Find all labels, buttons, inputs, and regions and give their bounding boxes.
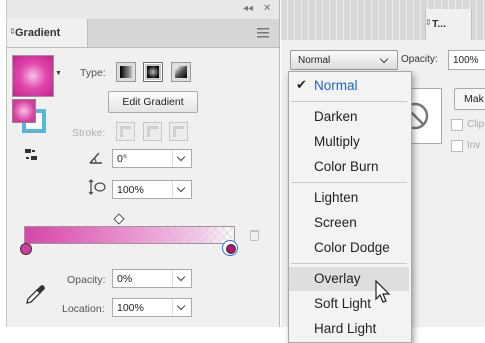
menu-item-label: Darken — [314, 109, 358, 124]
freeform-gradient-button[interactable] — [171, 62, 191, 82]
location-value: 100% — [117, 302, 144, 314]
aspect-ratio-dropdown[interactable] — [172, 181, 191, 198]
menu-item-label: Normal — [314, 78, 358, 93]
mouse-pointer-icon — [375, 280, 391, 303]
tab-transparency[interactable]: ⇕ T... — [425, 9, 472, 40]
checkmark-icon: ✔ — [296, 78, 307, 93]
blend-mode-value: Normal — [298, 55, 331, 66]
caret-down-icon[interactable]: ▼ — [55, 70, 62, 77]
stop-opacity-field[interactable]: 0% — [112, 269, 192, 288]
delete-stop-icon[interactable] — [250, 230, 259, 241]
stop-opacity-value: 0% — [117, 273, 133, 285]
menu-item-label: Color Burn — [314, 159, 379, 174]
chevron-down-icon — [379, 54, 389, 64]
fill-swatch[interactable] — [12, 99, 36, 123]
radial-gradient-icon — [147, 66, 159, 78]
location-dropdown[interactable] — [172, 299, 191, 316]
menu-item-label: Multiply — [314, 134, 360, 149]
type-label: Type: — [80, 67, 106, 79]
eyedropper-icon[interactable] — [24, 282, 46, 306]
chevron-down-icon — [176, 152, 186, 162]
menu-item-label: Screen — [314, 215, 357, 230]
location-label: Location: — [62, 303, 105, 315]
radial-gradient-button[interactable] — [143, 62, 163, 82]
tab-updown-icon: ⇕ — [425, 18, 432, 27]
stop-opacity-dropdown[interactable] — [172, 270, 191, 287]
chevron-down-icon — [176, 272, 186, 282]
clip-checkbox[interactable] — [451, 119, 463, 131]
aspect-ratio-icon — [88, 179, 106, 195]
aspect-ratio-value: 100% — [117, 184, 144, 196]
tab-transparency-label: T... — [432, 18, 447, 30]
make-mask-label: Mak — [464, 93, 484, 105]
menu-item-color-dodge[interactable]: Color Dodge — [289, 236, 409, 260]
angle-icon — [89, 152, 102, 164]
menu-item-screen[interactable]: Screen — [289, 211, 409, 235]
panel-topbar: ◂◂ ✕ — [7, 0, 279, 19]
menu-item-soft-light[interactable]: Soft Light — [289, 292, 409, 316]
panel-tab-row: ⇕ Gradient — [7, 19, 279, 48]
angle-field[interactable]: 0° — [112, 149, 192, 168]
menu-item-hard-light[interactable]: Hard Light — [289, 317, 409, 341]
stroke-within-icon — [120, 126, 131, 137]
location-field[interactable]: 100% — [112, 298, 192, 317]
freeform-gradient-icon — [175, 66, 187, 78]
clip-label: Clip — [467, 119, 485, 130]
opacity-field[interactable]: 100% — [448, 50, 485, 70]
menu-separator — [291, 101, 407, 102]
chevron-down-icon — [176, 183, 186, 193]
tab-gradient-label: Gradient — [15, 27, 61, 39]
edit-gradient-button[interactable]: Edit Gradient — [108, 91, 198, 113]
stroke-within-button[interactable] — [116, 122, 135, 141]
stop-opacity-label: Opacity: — [67, 274, 106, 286]
aspect-ratio-field[interactable]: 100% — [112, 180, 192, 199]
panel-menu-icon[interactable] — [257, 28, 269, 38]
menu-separator — [291, 182, 407, 183]
blend-mode-select[interactable]: Normal — [290, 50, 398, 70]
menu-item-overlay[interactable]: Overlay — [289, 267, 409, 291]
linear-gradient-icon — [120, 66, 132, 78]
gradient-stop-start[interactable] — [20, 243, 32, 255]
menu-item-label: Soft Light — [314, 296, 372, 311]
chevron-down-icon — [176, 301, 186, 311]
angle-dropdown[interactable] — [172, 150, 191, 167]
gradient-preview-swatch[interactable] — [12, 55, 54, 97]
collapse-icon[interactable]: ◂◂ — [243, 3, 253, 14]
menu-item-multiply[interactable]: Multiply — [289, 130, 409, 154]
tab-gradient[interactable]: ⇕ Gradient — [7, 19, 88, 47]
menu-item-label: Color Dodge — [314, 240, 390, 255]
blend-mode-menu: ✔ Normal Darken Multiply Color Burn Lighten Sc… — [288, 71, 412, 343]
menu-item-label: Overlay — [314, 271, 361, 286]
menu-item-darken[interactable]: Darken — [289, 105, 409, 129]
stroke-along-icon — [147, 126, 158, 137]
stroke-along-button[interactable] — [143, 122, 162, 141]
stroke-across-button[interactable] — [169, 122, 188, 141]
reverse-gradient-icon[interactable] — [24, 148, 42, 162]
menu-item-color-burn[interactable]: Color Burn — [289, 155, 409, 179]
make-mask-button[interactable]: Mak — [454, 88, 485, 110]
invert-mask-label: Inv — [467, 140, 481, 151]
opacity-label: Opacity: — [401, 54, 438, 65]
opacity-value: 100% — [453, 55, 479, 66]
gradient-stop-end[interactable] — [222, 240, 238, 256]
menu-item-lighten[interactable]: Lighten — [289, 186, 409, 210]
menu-item-label: Lighten — [314, 190, 359, 205]
stroke-label: Stroke: — [72, 127, 106, 139]
linear-gradient-button[interactable] — [116, 62, 136, 82]
menu-item-normal[interactable]: ✔ Normal — [289, 74, 409, 98]
close-icon[interactable]: ✕ — [263, 3, 271, 14]
gradient-slider[interactable] — [24, 226, 235, 244]
angle-value: 0° — [117, 153, 128, 165]
gradient-stop-end-color — [225, 243, 236, 254]
invert-mask-checkbox[interactable] — [451, 140, 463, 152]
menu-separator — [291, 263, 407, 264]
menu-item-label: Hard Light — [314, 321, 377, 336]
stroke-across-icon — [173, 126, 184, 137]
